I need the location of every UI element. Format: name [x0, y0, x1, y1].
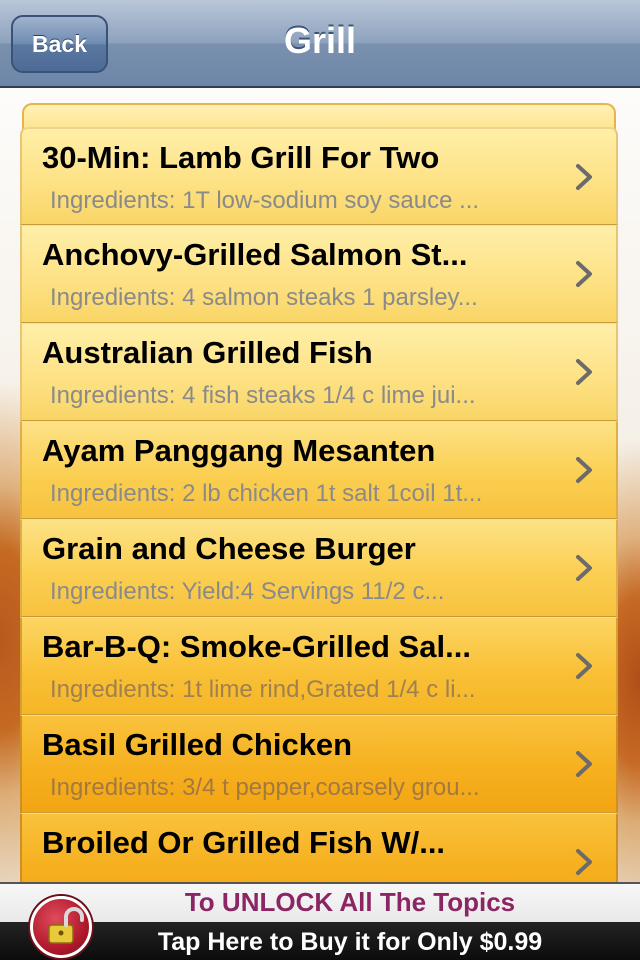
back-button[interactable]: Back: [11, 15, 108, 73]
banner-unlock-text: To UNLOCK All The Topics: [184, 887, 516, 917]
list-item[interactable]: Australian Grilled Fish Ingredients: 4 f…: [20, 323, 618, 421]
recipe-title: Grain and Cheese Burger: [42, 531, 416, 566]
recipe-ingredients: Ingredients: Yield:4 Servings 11/2 c...: [50, 578, 445, 605]
chevron-right-icon: [576, 849, 592, 875]
recipe-list-rows: 30-Min: Lamb Grill For Two Ingredients: …: [20, 127, 618, 883]
banner-buy-text: Tap Here to Buy it for Only $0.99: [157, 928, 543, 956]
navigation-bar: Back Grill: [0, 0, 640, 88]
chevron-right-icon: [576, 164, 592, 190]
chevron-right-icon: [576, 457, 592, 483]
recipe-title: Ayam Panggang Mesanten: [42, 433, 436, 468]
list-item[interactable]: Bar-B-Q: Smoke-Grilled Sal... Ingredient…: [20, 617, 618, 715]
list-item[interactable]: Ayam Panggang Mesanten Ingredients: 2 lb…: [20, 421, 618, 519]
recipe-ingredients: Ingredients: 1T low-sodium soy sauce ...: [50, 187, 480, 214]
chevron-right-icon: [576, 359, 592, 385]
recipe-ingredients: Ingredients: 3/4 t pepper,coarsely grou.…: [50, 774, 480, 801]
recipe-title: Bar-B-Q: Smoke-Grilled Sal...: [42, 629, 471, 664]
list-item[interactable]: Broiled Or Grilled Fish W/...: [20, 813, 618, 883]
page-title: Grill: [283, 20, 357, 61]
recipe-title: Broiled Or Grilled Fish W/...: [42, 825, 446, 860]
list-item[interactable]: Basil Grilled Chicken Ingredients: 3/4 t…: [20, 715, 618, 813]
recipe-title: Australian Grilled Fish: [42, 335, 373, 370]
chevron-right-icon: [576, 555, 592, 581]
chevron-right-icon: [576, 751, 592, 777]
recipe-title: 30-Min: Lamb Grill For Two: [42, 140, 440, 175]
list-item[interactable]: Anchovy-Grilled Salmon St... Ingredients…: [20, 225, 618, 323]
list-item[interactable]: 30-Min: Lamb Grill For Two Ingredients: …: [20, 127, 618, 225]
recipe-list: 30-Min: Lamb Grill For Two Ingredients: …: [20, 103, 618, 883]
recipe-ingredients: Ingredients: 1t lime rind,Grated 1/4 c l…: [50, 676, 476, 703]
recipe-ingredients: Ingredients: 4 salmon steaks 1 parsley..…: [50, 284, 478, 311]
unlock-icon: [30, 896, 92, 958]
chevron-right-icon: [576, 261, 592, 287]
list-item[interactable]: Grain and Cheese Burger Ingredients: Yie…: [20, 519, 618, 617]
unlock-banner[interactable]: To UNLOCK All The Topics Tap Here to Buy…: [0, 882, 640, 960]
screen: Back Grill 30-Min: Lamb Grill For Two In…: [0, 0, 640, 960]
recipe-title: Anchovy-Grilled Salmon St...: [42, 237, 468, 272]
recipe-ingredients: Ingredients: 4 fish steaks 1/4 c lime ju…: [50, 382, 476, 409]
recipe-ingredients: Ingredients: 2 lb chicken 1t salt 1coil …: [50, 480, 483, 507]
recipe-title: Basil Grilled Chicken: [42, 727, 353, 762]
chevron-right-icon: [576, 653, 592, 679]
